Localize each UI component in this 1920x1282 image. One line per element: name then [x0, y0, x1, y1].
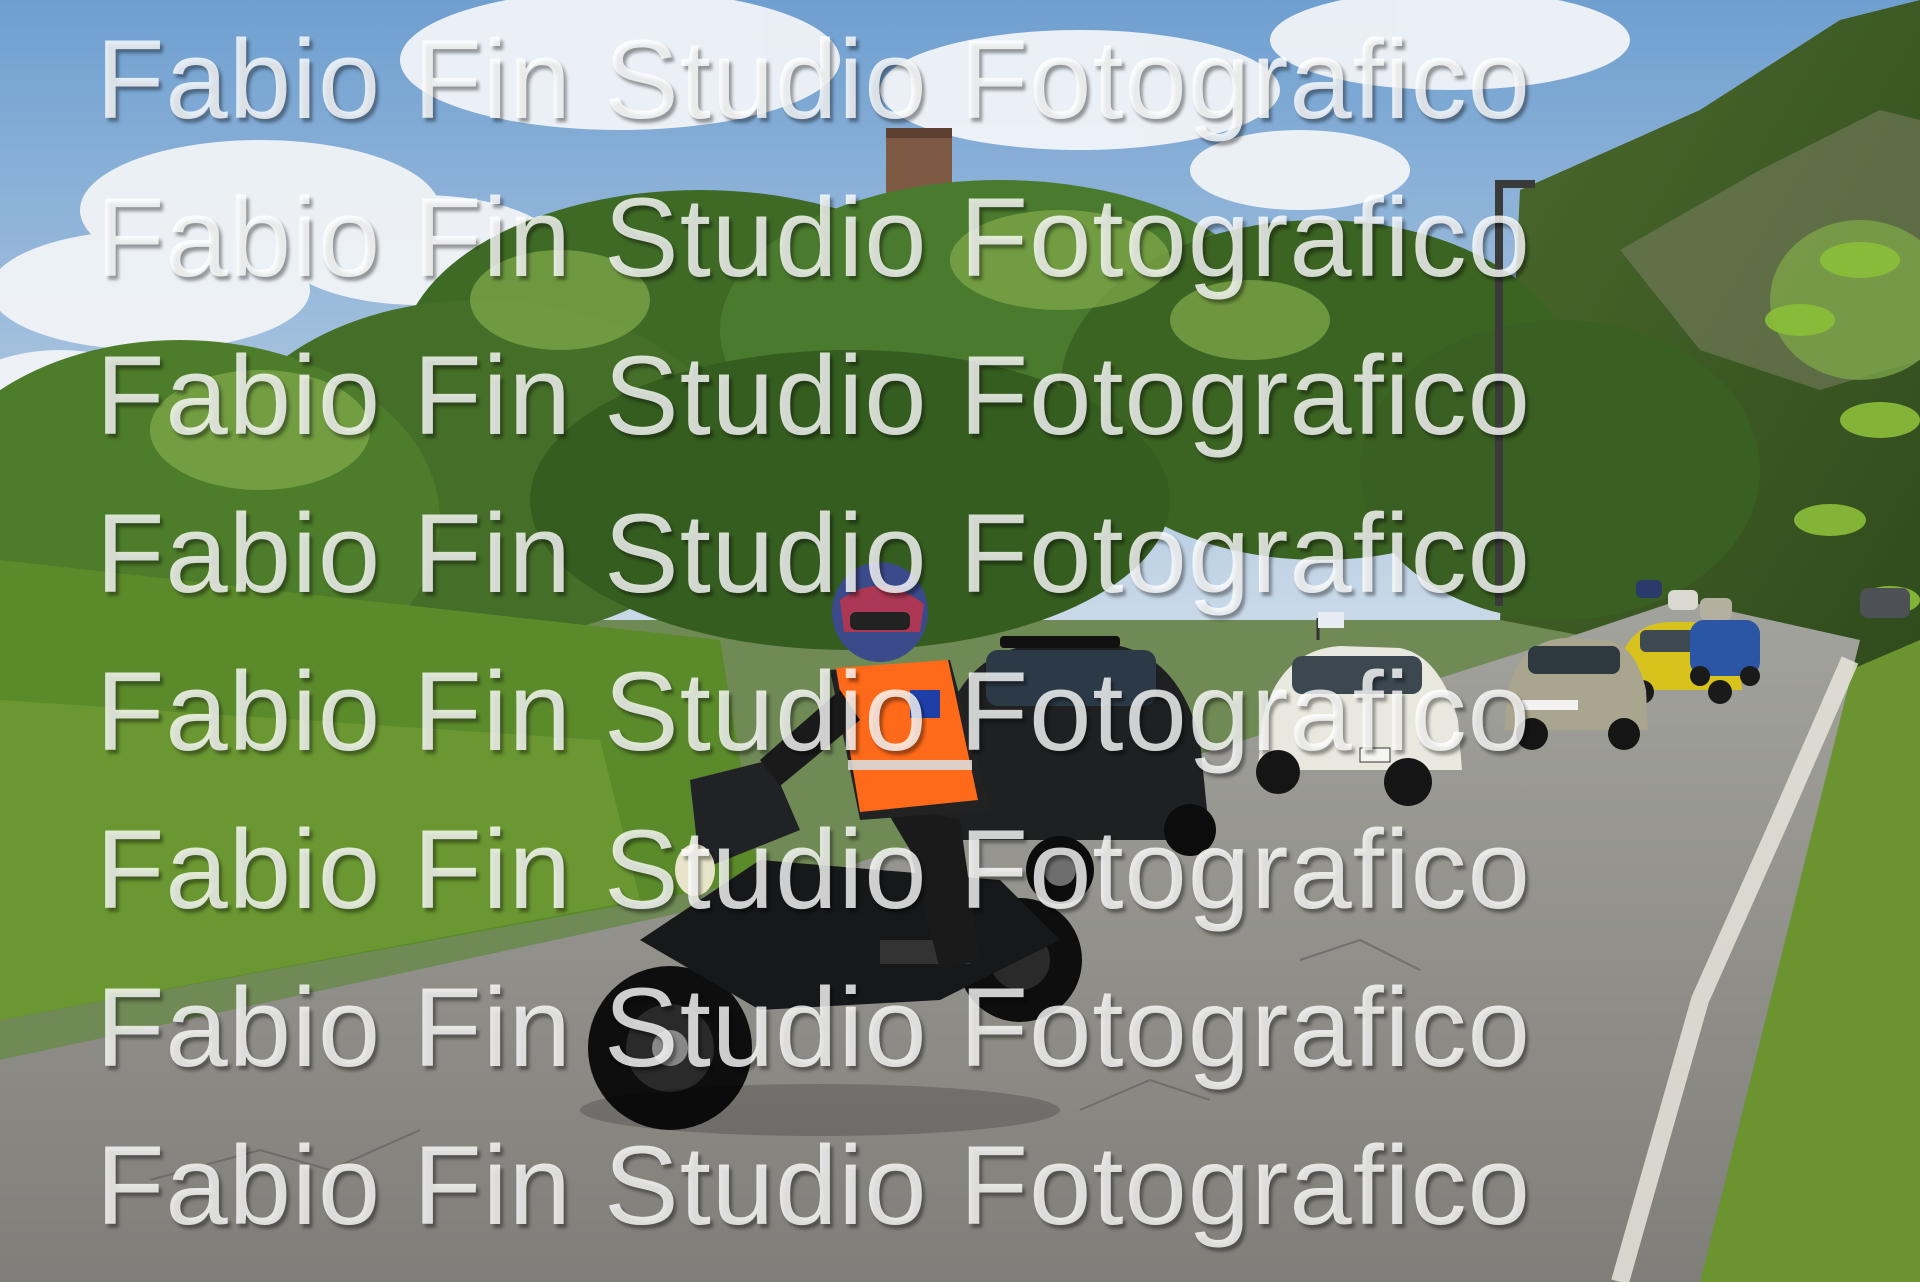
photo-background: [0, 0, 1920, 1282]
scene: [0, 0, 1920, 1282]
lamp-post: [1495, 186, 1503, 606]
safety-vest: [836, 660, 978, 812]
